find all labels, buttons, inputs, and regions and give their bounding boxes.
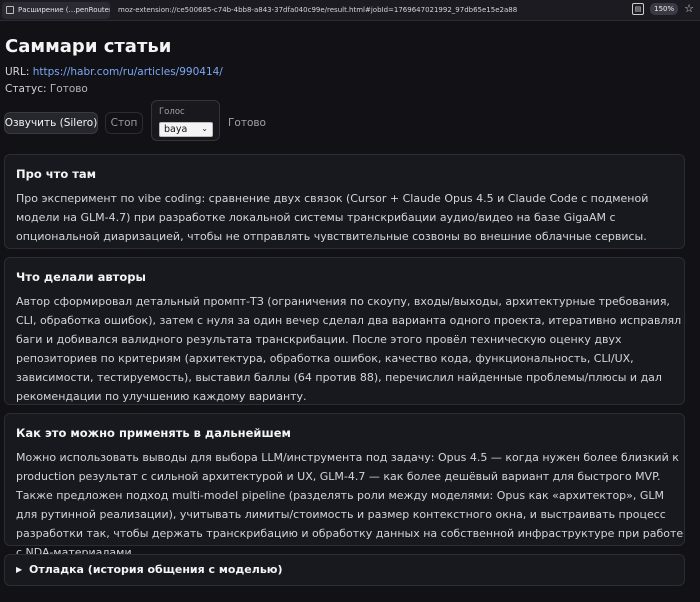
article-link[interactable]: https://habr.com/ru/articles/990414/: [33, 66, 223, 78]
zoom-level-button[interactable]: 150%: [650, 3, 679, 15]
url-label: URL:: [5, 66, 30, 78]
section-text: Можно использовать выводы для выбора LLM…: [16, 451, 684, 559]
url-row: URL: https://habr.com/ru/articles/990414…: [5, 66, 223, 78]
debug-details-toggle[interactable]: ▶ Отладка (история общения с моделью): [4, 554, 685, 586]
voice-select[interactable]: baya ⌄: [159, 122, 213, 137]
tts-status: Готово: [228, 117, 266, 129]
page-title: Саммари статьи: [5, 36, 172, 57]
section-title: Про что там: [16, 167, 97, 181]
section-text: Про эксперимент по vibe coding: сравнени…: [16, 192, 649, 243]
voice-label: Голос: [159, 107, 185, 117]
extension-page-icon: [6, 6, 14, 14]
stop-button[interactable]: Стоп: [105, 112, 143, 134]
result-page: Саммари статьи URL: https://habr.com/ru/…: [0, 21, 700, 602]
section-card-what-authors-did: Что делали авторы Автор сформировал дета…: [4, 257, 685, 405]
section-text: Автор сформировал детальный промпт-ТЗ (о…: [16, 295, 682, 403]
section-title: Как это можно применять в дальнейшем: [16, 426, 291, 440]
section-card-about: Про что там Про эксперимент по vibe codi…: [4, 154, 685, 249]
status-value: Готово: [49, 83, 88, 95]
bookmark-star-icon[interactable]: ☆: [684, 3, 694, 15]
debug-details-label: Отладка (история общения с моделью): [29, 563, 283, 576]
reader-view-icon[interactable]: ▤: [632, 3, 645, 15]
browser-tab[interactable]: Расширение (…penRouter)): [2, 1, 110, 19]
status-row: Статус: Готово: [5, 83, 88, 95]
browser-toolbar: Расширение (…penRouter)) moz-extension:/…: [0, 0, 700, 21]
section-title: Что делали авторы: [16, 270, 146, 284]
address-bar[interactable]: moz-extension://ce500685-c74b-4bb8-a843-…: [118, 6, 588, 14]
voice-selector-group: Голос baya ⌄: [151, 100, 220, 141]
section-card-applications: Как это можно применять в дальнейшем Мож…: [4, 413, 685, 559]
status-label: Статус:: [5, 83, 47, 95]
chevron-down-icon: ⌄: [201, 124, 208, 133]
voice-selected-value: baya: [164, 124, 188, 135]
disclosure-triangle-icon: ▶: [16, 565, 23, 574]
speak-button[interactable]: Озвучить (Silero): [4, 112, 98, 134]
tab-title: Расширение (…penRouter)): [18, 6, 110, 14]
